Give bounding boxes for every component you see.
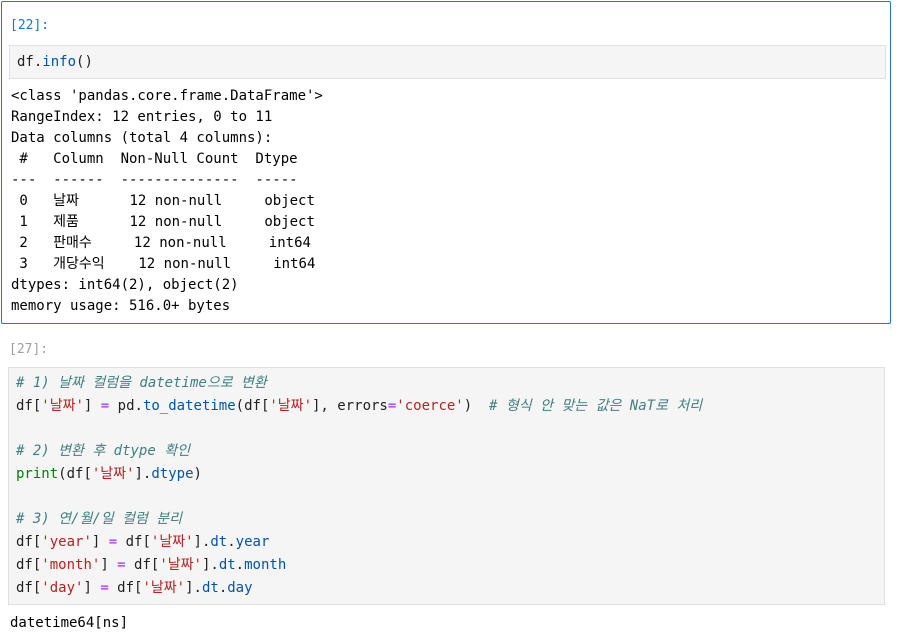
code-line: print(df['날짜'].dtype) — [16, 466, 202, 482]
output-line: Data columns (total 4 columns): — [11, 130, 273, 146]
output-line: memory usage: 516.0+ bytes — [11, 298, 231, 314]
output-line: 1 제품 12 non-null object — [11, 214, 315, 230]
notebook-cell-27[interactable]: [27]: # 1) 날짜 컬럼을 datetime으로 변환 df['날짜']… — [1, 330, 891, 636]
code-input-editor[interactable]: df.info() — [9, 45, 886, 79]
cell-output: datetime64[ns] — [10, 615, 129, 631]
output-line: 0 날짜 12 non-null object — [11, 193, 315, 209]
code-line: # 3) 연/월/일 컬럼 분리 — [16, 511, 183, 527]
code-line: df['날짜'] = pd.to_datetime(df['날짜'], erro… — [16, 398, 703, 414]
notebook-cell-22[interactable]: [22]: df.info() <class 'pandas.core.fram… — [1, 1, 891, 324]
output-line: --- ------ -------------- ----- — [11, 172, 307, 188]
output-line: 2 판매수 12 non-null int64 — [11, 235, 320, 251]
code-line: df['year'] = df['날짜'].dt.year — [16, 534, 270, 550]
output-line: RangeIndex: 12 entries, 0 to 11 — [11, 109, 273, 125]
execution-count-prompt: [22]: — [10, 18, 50, 33]
code-line: # 2) 변환 후 dtype 확인 — [16, 443, 190, 459]
output-line: 3 개당수익 12 non-null int64 — [11, 256, 324, 272]
code-input-editor[interactable]: # 1) 날짜 컬럼을 datetime으로 변환 df['날짜'] = pd.… — [8, 367, 885, 605]
code-line: df.info() — [17, 54, 93, 70]
output-line: dtypes: int64(2), object(2) — [11, 277, 239, 293]
code-line: df['month'] = df['날짜'].dt.month — [16, 557, 287, 573]
code-line: # 1) 날짜 컬럼을 datetime으로 변환 — [16, 375, 267, 391]
execution-count-prompt: [27]: — [9, 342, 49, 357]
output-line: # Column Non-Null Count Dtype — [11, 151, 307, 167]
output-line: <class 'pandas.core.frame.DataFrame'> — [11, 88, 323, 104]
code-line: df['day'] = df['날짜'].dt.day — [16, 580, 253, 596]
